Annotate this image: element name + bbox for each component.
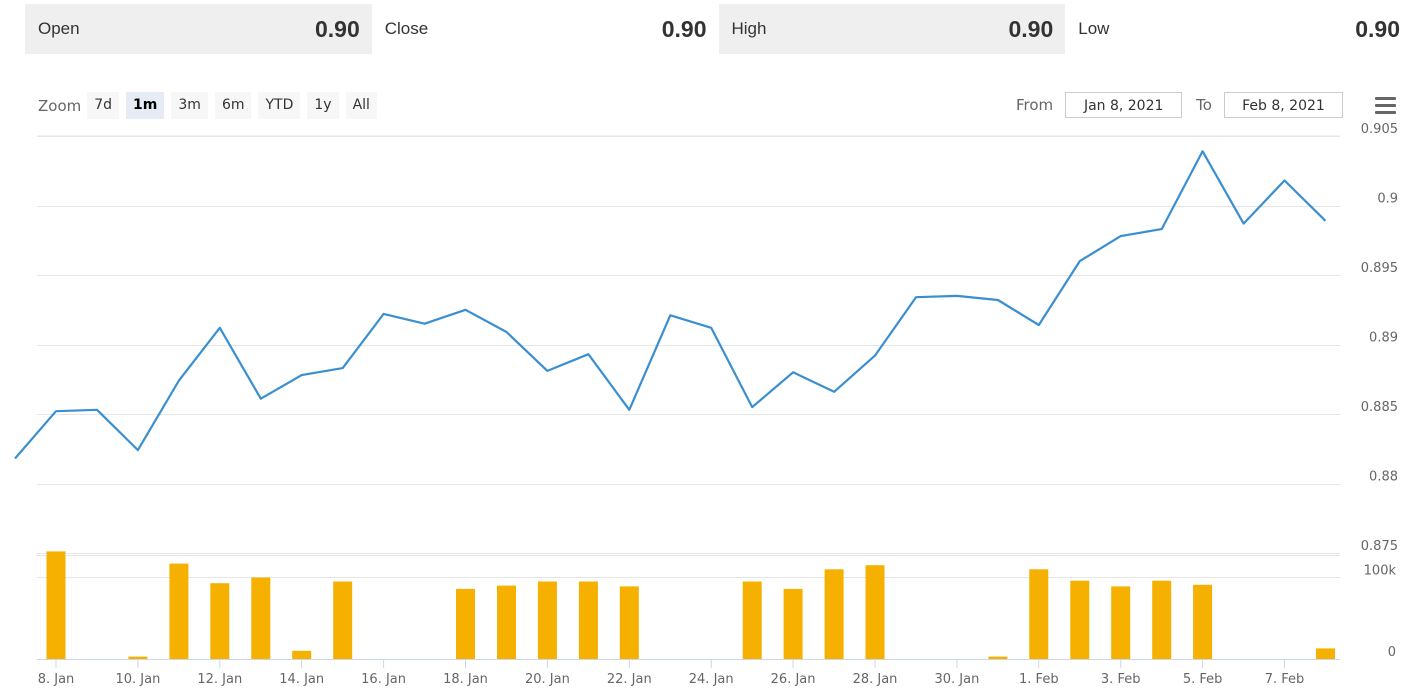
price-y-tick-label: 0.885 — [1361, 400, 1398, 415]
volume-bar — [169, 563, 189, 659]
price-line — [14, 150, 1327, 460]
price-y-tick-label: 0.875 — [1361, 539, 1398, 554]
volume-bar — [210, 583, 230, 659]
x-tick-label: 5. Feb — [1183, 672, 1223, 687]
volume-bar — [292, 650, 312, 659]
volume-bars — [46, 551, 1335, 659]
volume-bar — [824, 569, 844, 659]
price-y-tick-label: 0.89 — [1369, 331, 1398, 346]
volume-bar — [988, 656, 1008, 659]
x-tick-label: 14. Jan — [279, 672, 324, 687]
x-tick-label: 16. Jan — [361, 672, 406, 687]
price-y-tick-label: 0.895 — [1361, 261, 1398, 276]
volume-bar — [578, 581, 598, 659]
volume-bar — [1152, 580, 1172, 659]
volume-bar — [619, 586, 639, 659]
volume-y-tick-label: 100k — [1364, 564, 1397, 579]
x-tick-label: 7. Feb — [1265, 672, 1305, 687]
price-y-tick-label: 0.88 — [1369, 470, 1398, 485]
volume-bar — [46, 551, 66, 659]
volume-bar — [865, 565, 885, 659]
price-series — [14, 150, 1327, 460]
volume-y-tick-label: 0 — [1388, 645, 1396, 660]
volume-bar — [497, 585, 516, 659]
x-tick-label: 24. Jan — [689, 672, 734, 687]
volume-bar — [537, 581, 557, 659]
x-tick-label: 12. Jan — [197, 672, 242, 687]
volume-bar — [1070, 580, 1090, 659]
x-tick-label: 20. Jan — [525, 672, 570, 687]
volume-bar — [783, 588, 803, 659]
volume-bar — [1029, 569, 1049, 659]
stock-chart: 0.905 0.9 0.895 0.89 0.885 0.88 0.875 100k 0 8. … — [14, 122, 1398, 687]
volume-bar — [251, 577, 271, 659]
x-tick-label: 18. Jan — [443, 672, 488, 687]
x-tick-label: 26. Jan — [771, 672, 816, 687]
volume-bar — [1316, 648, 1335, 659]
volume-bar — [456, 588, 475, 659]
x-tick-label: 28. Jan — [853, 672, 898, 687]
x-tick-label: 8. Jan — [38, 672, 75, 687]
volume-bar — [333, 581, 353, 659]
price-y-tick-label: 0.9 — [1377, 192, 1398, 207]
grid-lines — [37, 135, 1340, 660]
volume-bar — [742, 581, 762, 659]
y-axis-ticks: 0.905 0.9 0.895 0.89 0.885 0.88 0.875 100k 0 — [1361, 122, 1398, 660]
x-tick-label: 30. Jan — [934, 672, 979, 687]
volume-bar — [1111, 586, 1131, 659]
price-y-tick-label: 0.905 — [1361, 122, 1398, 137]
x-tick-label: 10. Jan — [115, 672, 160, 687]
volume-bar — [1193, 584, 1213, 659]
x-tick-label: 1. Feb — [1019, 672, 1059, 687]
x-axis-ticks: 8. Jan 10. Jan 12. Jan 14. Jan 16. Jan 18. Ja… — [38, 659, 1305, 687]
x-tick-label: 22. Jan — [607, 672, 652, 687]
x-tick-label: 3. Feb — [1101, 672, 1141, 687]
volume-bar — [128, 656, 148, 659]
